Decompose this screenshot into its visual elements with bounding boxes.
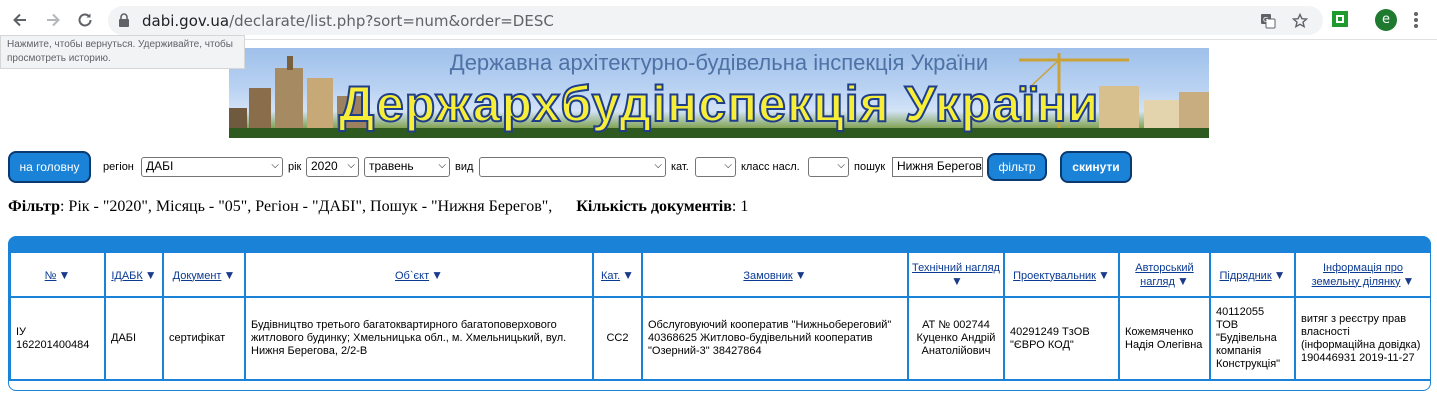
- banner-title: Держархбудінспекція України: [338, 75, 1100, 133]
- year-select[interactable]: 2020 ⌵: [306, 157, 359, 177]
- reset-button[interactable]: скинути: [1060, 151, 1132, 183]
- chevron-down-icon: ⌵: [724, 160, 732, 171]
- chevron-down-icon: ⌵: [271, 160, 279, 171]
- filter-summary: Фільтр: Рік - "2020", Місяць - "05", Рег…: [8, 198, 748, 216]
- sort-down-icon[interactable]: ▼: [431, 268, 443, 282]
- reload-icon[interactable]: [74, 9, 96, 31]
- back-button-tooltip: Нажмите, чтобы вернуться. Удерживайте, ч…: [0, 35, 245, 69]
- sort-down-icon[interactable]: ▼: [1403, 274, 1415, 288]
- sort-down-icon[interactable]: ▼: [622, 268, 634, 282]
- url-text: dabi.gov.ua/declarate/list.php?sort=num&…: [142, 12, 554, 30]
- filter-button[interactable]: фільтр: [987, 153, 1047, 181]
- col-header-idabk[interactable]: ІДАБК ▼: [106, 253, 162, 296]
- cell-customer: Обслуговуючий кооператив "Нижньоберегови…: [643, 298, 907, 379]
- region-select[interactable]: ДАБІ ⌵: [141, 157, 283, 177]
- results-table: № ▼ ІДАБК ▼ Документ ▼ Об`єкт ▼ Кат. ▼ Замовн…: [9, 251, 1430, 381]
- sort-down-icon[interactable]: ▼: [145, 268, 157, 282]
- table-header-row: № ▼ ІДАБК ▼ Документ ▼ Об`єкт ▼ Кат. ▼ Замовн…: [11, 253, 1430, 296]
- sort-down-icon[interactable]: ▼: [223, 268, 235, 282]
- extension-icon[interactable]: [1332, 11, 1348, 30]
- col-header-contractor[interactable]: Підрядник ▼: [1211, 253, 1294, 296]
- col-header-author-supervision[interactable]: Авторський нагляд ▼: [1120, 253, 1209, 296]
- month-select-value: травень: [369, 159, 414, 173]
- sort-down-icon[interactable]: ▼: [1274, 268, 1286, 282]
- forward-arrow-icon[interactable]: [42, 9, 64, 31]
- type-label: вид: [455, 161, 474, 173]
- cell-num: ІУ 162201400484: [11, 298, 104, 379]
- col-header-object[interactable]: Об`єкт ▼: [246, 253, 592, 296]
- cell-document: сертифікат: [164, 298, 244, 379]
- region-label: регіон: [103, 161, 134, 173]
- lock-icon[interactable]: [118, 13, 130, 30]
- col-header-land-info[interactable]: Інформація про земельну ділянку ▼: [1296, 253, 1430, 296]
- table-row: ІУ 162201400484 ДАБІ сертифікат Будівниц…: [11, 298, 1430, 379]
- profile-avatar[interactable]: e: [1375, 9, 1397, 31]
- cell-author-supervision: Кожемяченко Надія Олегівна: [1120, 298, 1209, 379]
- chevron-down-icon: ⌵: [438, 160, 446, 171]
- cell-tech-supervision: АТ № 002744 Куценко Андрій Анатолійович: [909, 298, 1003, 379]
- sort-down-icon[interactable]: ▼: [795, 268, 807, 282]
- year-label: рік: [288, 161, 302, 173]
- sort-down-icon[interactable]: ▼: [951, 274, 963, 288]
- month-select[interactable]: травень ⌵: [364, 157, 450, 177]
- type-select[interactable]: ⌵: [479, 157, 666, 177]
- col-header-category[interactable]: Кат. ▼: [594, 253, 641, 296]
- home-button[interactable]: на головну: [8, 151, 91, 183]
- sort-down-icon[interactable]: ▼: [1177, 274, 1189, 288]
- sort-down-icon[interactable]: ▼: [58, 268, 70, 282]
- cell-idabk: ДАБІ: [106, 298, 162, 379]
- back-arrow-icon[interactable]: [9, 9, 31, 31]
- svg-text:G: G: [1263, 16, 1268, 24]
- col-header-tech-supervision[interactable]: Технічний нагляд▼: [909, 253, 1003, 296]
- document-count-label: Кількість документів: [576, 198, 732, 215]
- category-label: кат.: [671, 161, 689, 173]
- browser-menu-icon[interactable]: [1413, 10, 1419, 30]
- address-bar[interactable]: dabi.gov.ua/declarate/list.php?sort=num&…: [108, 6, 1323, 35]
- results-table-frame: № ▼ ІДАБК ▼ Документ ▼ Об`єкт ▼ Кат. ▼ Замовн…: [8, 236, 1431, 391]
- year-select-value: 2020: [311, 159, 338, 173]
- search-input[interactable]: Нижня Берегов: [892, 157, 983, 177]
- col-header-customer[interactable]: Замовник ▼: [643, 253, 907, 296]
- col-header-document[interactable]: Документ ▼: [164, 253, 244, 296]
- filter-summary-text: : Рік - "2020", Місяць - "05", Регіон - …: [59, 198, 553, 215]
- browser-toolbar: dabi.gov.ua/declarate/list.php?sort=num&…: [0, 0, 1437, 40]
- bookmark-star-icon[interactable]: [1291, 12, 1309, 29]
- region-select-value: ДАБІ: [146, 159, 174, 173]
- cell-category: СС2: [594, 298, 641, 379]
- col-header-designer[interactable]: Проектувальник ▼: [1005, 253, 1118, 296]
- banner-subtitle: Державна архітектурно-будівельна інспекц…: [449, 50, 989, 75]
- col-header-num[interactable]: № ▼: [11, 253, 104, 296]
- table-footer: [9, 380, 1430, 390]
- cell-contractor: 40112055 ТОВ "Будівельна компанія Констр…: [1211, 298, 1294, 379]
- site-banner: Державна архітектурно-будівельна інспекц…: [229, 48, 1209, 138]
- cell-object: Будівництво третього багатоквартирного б…: [246, 298, 592, 379]
- category-select[interactable]: ⌵: [695, 157, 736, 177]
- cell-designer: 40291249 ТзОВ "ЄВРО КОД": [1005, 298, 1118, 379]
- class-select[interactable]: ⌵: [808, 157, 849, 177]
- filter-summary-label: Фільтр: [8, 198, 60, 215]
- translate-icon[interactable]: G: [1260, 13, 1276, 29]
- search-label: пошук: [854, 161, 886, 173]
- document-count-value: : 1: [731, 198, 749, 215]
- chevron-down-icon: ⌵: [347, 160, 355, 171]
- sort-down-icon[interactable]: ▼: [1098, 268, 1110, 282]
- chevron-down-icon: ⌵: [837, 160, 845, 171]
- chevron-down-icon: ⌵: [654, 160, 662, 171]
- cell-land-info: витяг з реєстру прав власності (інформац…: [1296, 298, 1430, 379]
- class-label: класс насл.: [741, 161, 800, 173]
